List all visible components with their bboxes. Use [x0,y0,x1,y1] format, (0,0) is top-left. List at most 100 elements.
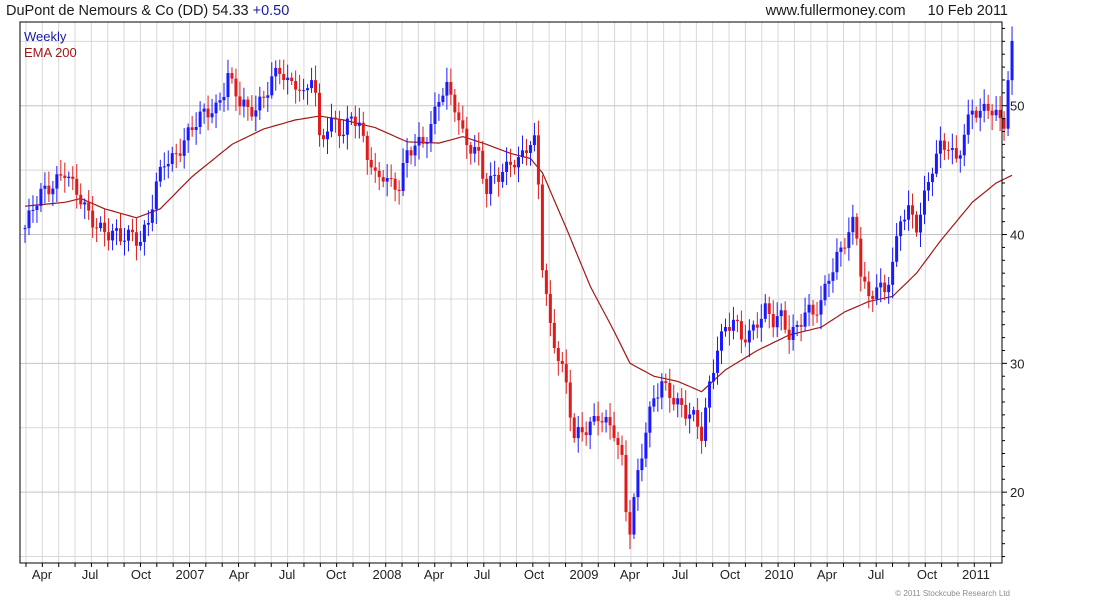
candle-body [99,222,103,229]
candle-body [907,205,911,220]
candle-body [91,210,95,228]
candle-body [353,116,357,126]
candle-body [134,232,138,246]
candle-body [83,202,87,205]
candle-body [381,177,385,182]
x-tick-label: 2007 [176,567,205,582]
candle-body [903,219,907,222]
candle-body [198,111,202,128]
candle-body [202,108,206,112]
candle-body [513,164,517,168]
candle-body [465,128,469,146]
candle-body [190,127,194,131]
candle-body [620,444,624,455]
candle-body [509,161,513,165]
candle-body [958,155,962,159]
candle-body [437,102,441,107]
candle-body [194,127,198,131]
candle-body [891,261,895,285]
candle-body [393,178,397,190]
candle-body [787,329,791,340]
candle-body [493,174,497,176]
candle-body [389,178,393,180]
candle-body [421,136,425,144]
candle-body [150,209,154,223]
candle-body [178,153,182,156]
x-tick-label: Apr [817,567,838,582]
candle-body [811,304,815,315]
candle-body [71,176,75,179]
candle-body [294,81,298,90]
candle-body [441,95,445,103]
candle-body [337,119,341,137]
x-tick-label: Oct [326,567,347,582]
candle-body [552,322,556,349]
candle-body [170,153,174,165]
candle-body [445,81,449,96]
candle-body [23,228,27,230]
candle-body [274,67,278,77]
candle-body [755,324,759,328]
candle-body [644,432,648,459]
candle-body [536,135,540,185]
candle-body [763,303,767,319]
candle-body [87,202,91,211]
candle-body [521,150,524,158]
candle-body [123,240,126,242]
candle-body [835,251,839,273]
candle-body [214,102,218,114]
candle-body [107,232,111,241]
candle-body [708,381,712,408]
candle-body [712,372,716,382]
candle-body [115,228,119,231]
candle-body [815,314,819,316]
candle-body [871,296,875,299]
candle-body [55,174,59,189]
candle-body [218,100,222,103]
candle-body [369,159,373,168]
x-tick-label: Apr [229,567,250,582]
candle-body [827,280,831,284]
candle-body [349,116,353,119]
candle-body [517,157,521,168]
candle-body [79,194,83,205]
candle-body [883,282,887,293]
candle-body [998,109,1002,118]
candle-body [365,135,369,160]
candle-body [847,232,851,248]
x-tick-label: 2009 [570,567,599,582]
candle-body [130,229,134,233]
candle-body [473,147,477,154]
candle-body [767,303,771,315]
candle-body [126,229,130,241]
candle-body [433,106,437,125]
x-tick-label: Jul [279,567,296,582]
candle-body [540,184,544,271]
candle-body [684,404,688,419]
candle-body [449,81,453,95]
candle-body [632,497,636,535]
candle-body [795,325,799,327]
candle-body [986,103,990,111]
candle-body [580,427,584,433]
price-chart: 20 30 40 50 Apr Jul Oct 2007 Apr Jul Oct 2008 Apr Jul… [19,21,1024,582]
candle-body [278,67,282,75]
candle-body [457,112,461,121]
candle-body [616,437,620,445]
candle-body [962,134,966,156]
candle-body [182,140,186,156]
y-tick-label: 20 [1010,485,1024,500]
candle-body [628,512,632,535]
candle-body [779,310,783,317]
candle-body [652,398,656,407]
candle-body [966,114,970,135]
candle-body [720,331,723,351]
candlesticks [23,26,1014,550]
candle-body [751,324,755,331]
candle-body [946,149,950,151]
candle-body [692,410,696,415]
x-tick-label: 2011 [962,567,990,582]
candle-body [95,227,99,229]
candle-body [75,178,79,195]
candle-body [700,426,704,441]
